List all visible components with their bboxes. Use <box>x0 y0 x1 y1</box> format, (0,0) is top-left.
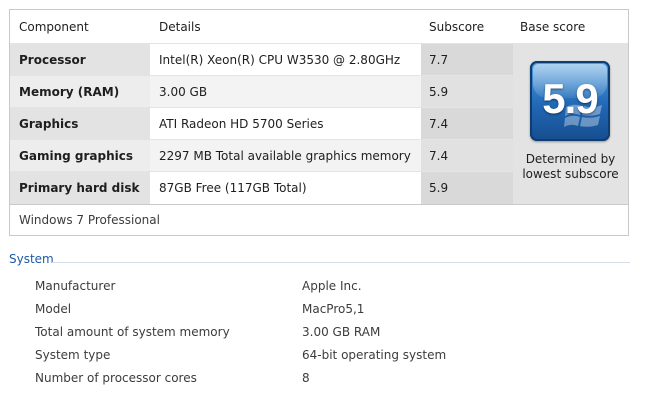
component-name: Processor <box>10 44 150 75</box>
component-subscore: 5.9 <box>421 172 513 204</box>
system-label: Total amount of system memory <box>35 325 230 339</box>
header-details: Details <box>159 20 201 34</box>
system-value: 8 <box>302 371 310 385</box>
system-row-memory: Total amount of system memory 3.00 GB RA… <box>0 321 659 344</box>
system-value: 64-bit operating system <box>302 348 447 362</box>
header-component: Component <box>19 20 89 34</box>
score-row-gaming-graphics: Gaming graphics 2297 MB Total available … <box>10 139 513 171</box>
score-row-hard-disk: Primary hard disk 87GB Free (117GB Total… <box>10 171 513 204</box>
base-score-column: 5.9 Determined by lowest subscore <box>513 43 628 204</box>
component-name: Primary hard disk <box>10 172 150 204</box>
system-label: System type <box>35 348 111 362</box>
component-subscore: 5.9 <box>421 76 513 107</box>
score-row-graphics: Graphics ATI Radeon HD 5700 Series 7.4 <box>10 107 513 139</box>
system-label: Number of processor cores <box>35 371 197 385</box>
component-subscore: 7.7 <box>421 44 513 75</box>
windows-edition: Windows 7 Professional <box>10 204 628 235</box>
system-row-manufacturer: Manufacturer Apple Inc. <box>0 275 659 298</box>
component-details: 2297 MB Total available graphics memory <box>150 140 421 171</box>
header-base-score: Base score <box>520 20 586 34</box>
wei-panel: Component Details Subscore Base score Pr… <box>9 9 629 236</box>
component-details: ATI Radeon HD 5700 Series <box>159 117 324 131</box>
system-label: Manufacturer <box>35 279 116 293</box>
system-row-cores: Number of processor cores 8 <box>0 367 659 390</box>
header-subscore: Subscore <box>429 20 485 34</box>
component-name: Memory (RAM) <box>10 76 150 107</box>
component-subscore: 7.4 <box>421 140 513 171</box>
component-subscore: 7.4 <box>421 108 513 139</box>
system-value: Apple Inc. <box>302 279 362 293</box>
component-name: Graphics <box>10 108 150 139</box>
base-score-value: 5.9 <box>542 75 598 122</box>
system-value: MacPro5,1 <box>302 302 365 316</box>
system-row-system-type: System type 64-bit operating system <box>0 344 659 367</box>
score-row-processor: Processor Intel(R) Xeon(R) CPU W3530 @ 2… <box>10 43 513 75</box>
system-value: 3.00 GB RAM <box>302 325 381 339</box>
component-details: Intel(R) Xeon(R) CPU W3530 @ 2.80GHz <box>159 53 401 67</box>
system-row-model: Model MacPro5,1 <box>0 298 659 321</box>
system-section-title: System <box>9 252 54 266</box>
component-details: 87GB Free (117GB Total) <box>159 181 307 195</box>
system-section-divider <box>52 262 630 263</box>
score-row-memory: Memory (RAM) 3.00 GB 5.9 <box>10 75 513 107</box>
determined-by-text: Determined by lowest subscore <box>522 152 619 181</box>
system-label: Model <box>35 302 72 316</box>
base-score-badge: 5.9 <box>530 61 610 141</box>
component-details: 3.00 GB <box>150 76 421 107</box>
component-name: Gaming graphics <box>10 140 150 171</box>
